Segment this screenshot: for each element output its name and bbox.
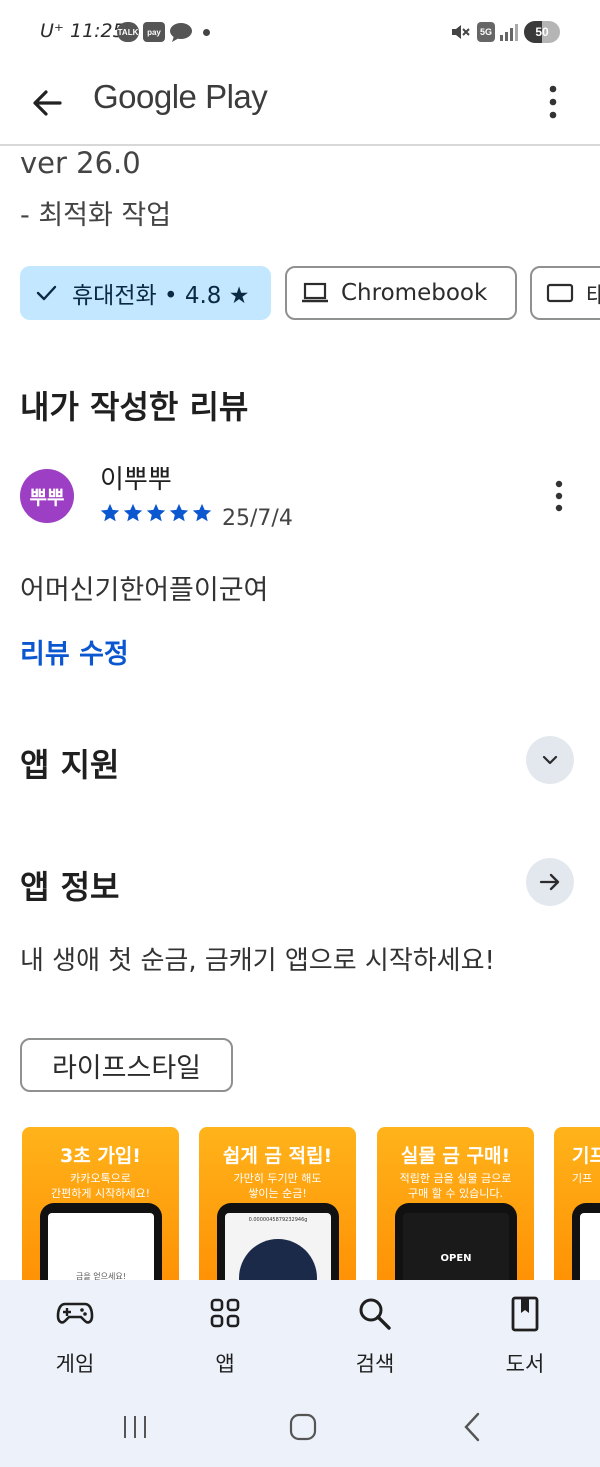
version-text: ver 26.0 — [20, 146, 141, 180]
screenshot-subtitle: 적립한 금을 실물 금으로 — [399, 1172, 512, 1185]
check-icon — [36, 285, 57, 301]
app-bar-title: Google Play — [93, 78, 268, 115]
rating-stars — [99, 502, 213, 524]
screen-text: OPEN — [440, 1253, 472, 1264]
nav-label: 앱 — [215, 1352, 235, 1376]
signal-icon — [500, 24, 518, 41]
kakaotalk-notification-icon: TALK — [117, 22, 139, 42]
device-chip-chromebook[interactable]: Chromebook — [285, 266, 517, 320]
app-info-heading: 앱 정보 — [20, 868, 120, 906]
home-icon[interactable] — [288, 1412, 318, 1442]
screenshot-subtitle: 기프 — [572, 1172, 593, 1185]
screenshot-carousel[interactable]: 3초 가입! 카카오톡으로 간편하게 시작하세요! 금을 얻으세요! 쉽게 금 … — [0, 1127, 600, 1282]
screenshot-title: 쉽게 금 적립! — [222, 1145, 333, 1167]
phone-mockup — [572, 1203, 600, 1282]
app-support-expand-button[interactable] — [526, 736, 574, 784]
screenshot-2[interactable]: 쉽게 금 적립! 가만히 두기만 해도 쌓이는 순금! 0.0000045879… — [199, 1127, 356, 1282]
laptop-icon — [302, 282, 328, 303]
app-info-arrow-button[interactable] — [526, 858, 574, 906]
screenshot-3[interactable]: 실물 금 구매! 적립한 금을 실물 금으로 구매 할 수 있습니다. OPEN — [377, 1127, 534, 1282]
apps-grid-icon — [210, 1298, 240, 1328]
nav-item-apps[interactable]: 앱 — [175, 1280, 275, 1400]
arrow-right-icon — [539, 873, 560, 891]
phone-mockup: 금을 얻으세요! — [40, 1203, 162, 1282]
bottom-navigation: 게임 앱 검색 도서 — [0, 1280, 600, 1400]
star-icon — [146, 503, 166, 522]
phone-mockup: 0.0000045879232946g — [217, 1203, 339, 1282]
nav-label: 검색 — [355, 1352, 395, 1376]
gold-dial — [239, 1239, 317, 1282]
phone-screen — [580, 1213, 600, 1282]
star-icon — [100, 503, 120, 522]
status-bar: U⁺ 11:25 TALK pay 5G 50 — [0, 0, 600, 64]
back-arrow-icon[interactable] — [30, 86, 64, 120]
chevron-down-icon — [542, 755, 558, 765]
mute-icon — [452, 25, 470, 39]
device-chip-label: Chromebook — [341, 280, 488, 306]
battery-label: 50 — [535, 25, 549, 39]
nav-item-books[interactable]: 도서 — [475, 1280, 575, 1400]
gamepad-icon — [56, 1302, 94, 1324]
battery-icon: 50 — [524, 21, 560, 43]
screenshot-4[interactable]: 기프 기프 — [554, 1127, 600, 1282]
app-description: 내 생애 첫 순금, 금캐기 앱으로 시작하세요! — [20, 946, 495, 976]
nav-item-games[interactable]: 게임 — [25, 1280, 125, 1400]
screenshot-title: 기프 — [572, 1145, 600, 1167]
screenshot-title: 실물 금 구매! — [400, 1145, 511, 1167]
more-notifications-dot-icon — [203, 29, 210, 36]
screenshot-subtitle: 카카오톡으로 — [70, 1172, 131, 1185]
nav-label: 도서 — [505, 1352, 545, 1376]
star-icon — [192, 503, 212, 522]
network-5g-icon: 5G — [477, 22, 495, 42]
reviewer-name: 이뿌뿌 — [100, 465, 172, 495]
review-more-options-icon[interactable] — [546, 478, 572, 514]
my-review-heading: 내가 작성한 리뷰 — [20, 388, 249, 426]
more-options-icon[interactable] — [540, 82, 566, 122]
avatar-text: 뿌뿌 — [29, 486, 65, 509]
phone-mockup: OPEN — [395, 1203, 517, 1282]
screenshot-subtitle: 구매 할 수 있습니다. — [408, 1187, 503, 1200]
release-note-text: - 최적화 작업 — [20, 200, 172, 231]
avatar: 뿌뿌 — [20, 469, 74, 523]
review-text: 어머신기한어플이군여 — [20, 575, 269, 606]
carrier-time: U⁺ 11:25 — [40, 20, 125, 42]
category-tag-chip[interactable]: 라이프스타일 — [20, 1038, 233, 1092]
star-icon — [169, 503, 189, 522]
app-bar: Google Play — [0, 64, 600, 146]
screenshot-1[interactable]: 3초 가입! 카카오톡으로 간편하게 시작하세요! 금을 얻으세요! — [22, 1127, 179, 1282]
screenshot-subtitle: 간편하게 시작하세요! — [51, 1187, 150, 1200]
category-tag-label: 라이프스타일 — [51, 1052, 202, 1084]
search-icon — [359, 1298, 391, 1330]
nav-label: 게임 — [55, 1352, 95, 1376]
device-chip-tablet[interactable]: 태 — [530, 266, 600, 320]
phone-screen: 금을 얻으세요! — [48, 1213, 154, 1282]
device-chip-phone[interactable]: 휴대전화 • 4.8 ★ — [20, 266, 271, 320]
recent-apps-icon[interactable] — [120, 1414, 150, 1440]
phone-screen: OPEN — [403, 1213, 509, 1282]
system-navigation-bar — [0, 1400, 600, 1467]
system-back-icon[interactable] — [460, 1412, 484, 1442]
phone-screen: 0.0000045879232946g — [225, 1213, 331, 1282]
screenshot-title: 3초 가입! — [60, 1145, 141, 1167]
screenshot-subtitle: 쌓이는 순금! — [248, 1187, 307, 1200]
device-chip-label: 태 — [586, 276, 600, 310]
chat-bubble-icon — [170, 23, 192, 42]
book-icon — [511, 1296, 539, 1332]
tablet-icon — [546, 283, 574, 303]
device-chip-label: 휴대전화 • 4.8 ★ — [72, 283, 250, 309]
kakaopay-notification-icon: pay — [143, 22, 165, 42]
app-support-heading: 앱 지원 — [20, 746, 120, 784]
star-icon — [123, 503, 143, 522]
edit-review-link[interactable]: 리뷰 수정 — [20, 632, 129, 671]
screen-text: 0.0000045879232946g — [248, 1217, 308, 1223]
nav-item-search[interactable]: 검색 — [325, 1280, 425, 1400]
review-date: 25/7/4 — [222, 506, 293, 531]
screenshot-subtitle: 가만히 두기만 해도 — [233, 1172, 322, 1185]
